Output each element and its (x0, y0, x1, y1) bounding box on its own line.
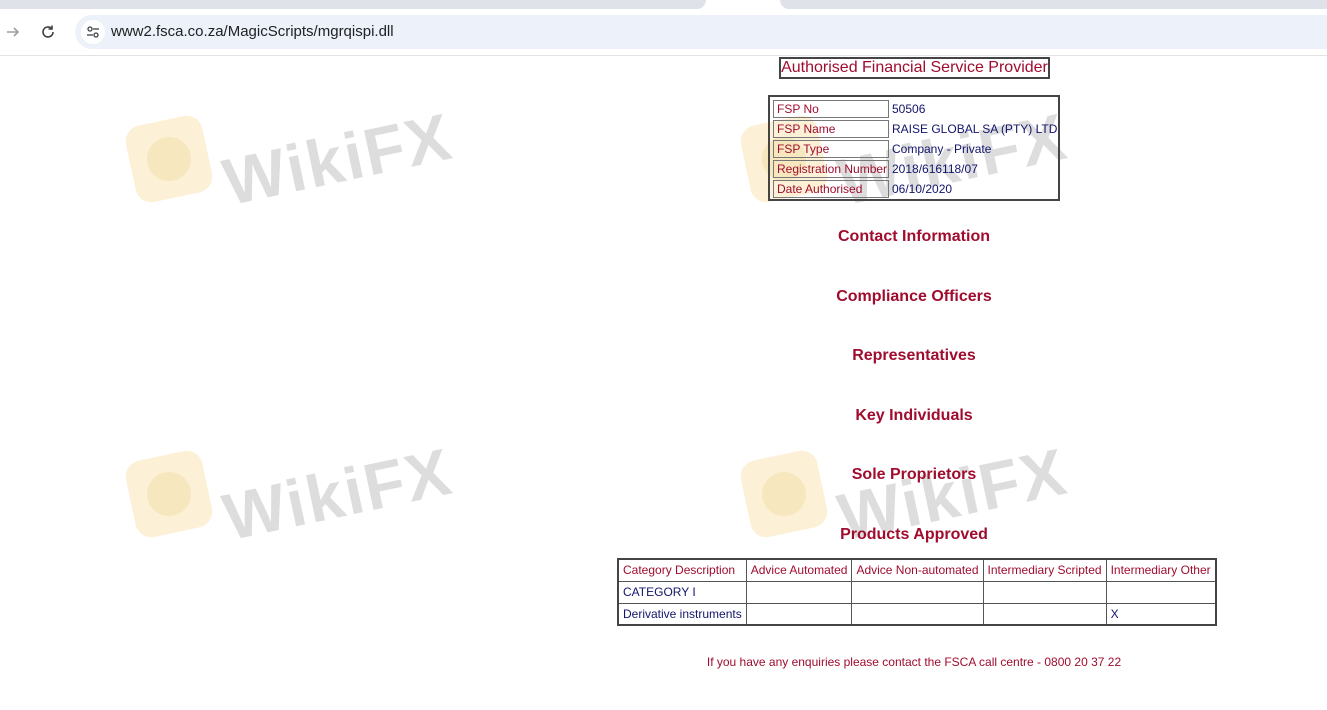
column-header: Intermediary Scripted (982, 558, 1107, 582)
arrow-right-icon (7, 27, 20, 37)
tab-background[interactable] (0, 0, 706, 9)
contact-information-link[interactable]: Contact Information (780, 228, 1048, 246)
page-content: Authorised Financial Service Provider FS… (0, 57, 1327, 710)
fsp-type-value: Company - Private (892, 142, 992, 156)
fsp-name-label: FSP Name (773, 120, 889, 138)
column-header: Advice Non-automated (851, 558, 984, 582)
table-row: Derivative instruments X (617, 602, 1217, 626)
table-cell (851, 580, 984, 604)
column-header: Advice Automated (745, 558, 853, 582)
products-approved-heading: Products Approved (840, 526, 988, 543)
reload-button[interactable] (35, 19, 61, 45)
date-authorised-value: 06/10/2020 (892, 182, 953, 196)
table-cell (1105, 580, 1217, 604)
table-cell: Derivative instruments (617, 602, 747, 626)
address-bar[interactable]: www2.fsca.co.za/MagicScripts/mgrqispi.dl… (75, 15, 1327, 49)
representatives-link[interactable]: Representatives (780, 347, 1048, 365)
fsp-no-value: 50506 (892, 102, 926, 116)
fsp-detail-row: FSP Type Company - Private (772, 139, 1056, 159)
reload-icon (42, 25, 54, 38)
table-cell (982, 580, 1107, 604)
tab-background[interactable] (780, 0, 1327, 9)
key-individuals-link[interactable]: Key Individuals (780, 407, 1048, 425)
fsp-details-box: FSP No 50506 FSP Name RAISE GLOBAL SA (P… (768, 95, 1060, 201)
table-cell: X (1105, 602, 1217, 626)
tab-strip (0, 0, 1327, 10)
fsp-detail-row: Registration Number 2018/616118/07 (772, 159, 1056, 179)
forward-button[interactable] (0, 19, 26, 45)
url-text[interactable]: www2.fsca.co.za/MagicScripts/mgrqispi.dl… (111, 23, 394, 40)
fsp-type-label: FSP Type (773, 140, 889, 158)
table-cell: CATEGORY I (617, 580, 747, 604)
table-cell (851, 602, 984, 626)
column-header: Intermediary Other (1105, 558, 1217, 582)
registration-number-label: Registration Number (773, 160, 889, 178)
compliance-officers-link[interactable]: Compliance Officers (780, 288, 1048, 306)
tune-icon (87, 26, 99, 38)
fsp-name-value: RAISE GLOBAL SA (PTY) LTD (892, 122, 1058, 136)
browser-toolbar: www2.fsca.co.za/MagicScripts/mgrqispi.dl… (0, 10, 1327, 56)
fsp-detail-row: Date Authorised 06/10/2020 (772, 179, 1056, 199)
sole-proprietors-link[interactable]: Sole Proprietors (780, 466, 1048, 484)
registration-number-value: 2018/616118/07 (892, 162, 978, 176)
products-approved-table: Category Description Advice Automated Ad… (617, 558, 1217, 626)
fsp-detail-row: FSP Name RAISE GLOBAL SA (PTY) LTD (772, 119, 1058, 139)
table-cell (745, 580, 853, 604)
date-authorised-label: Date Authorised (773, 180, 889, 198)
table-row: CATEGORY I (617, 580, 1217, 604)
table-cell (982, 602, 1107, 626)
fsp-no-label: FSP No (773, 100, 889, 118)
enquiries-note: If you have any enquiries please contact… (706, 655, 1122, 669)
table-header-row: Category Description Advice Automated Ad… (617, 558, 1217, 582)
column-header: Category Description (617, 558, 747, 582)
site-info-button[interactable] (81, 20, 105, 44)
table-cell (745, 602, 853, 626)
fsp-detail-row: FSP No 50506 (772, 99, 1056, 119)
page-title: Authorised Financial Service Provider (779, 57, 1050, 79)
